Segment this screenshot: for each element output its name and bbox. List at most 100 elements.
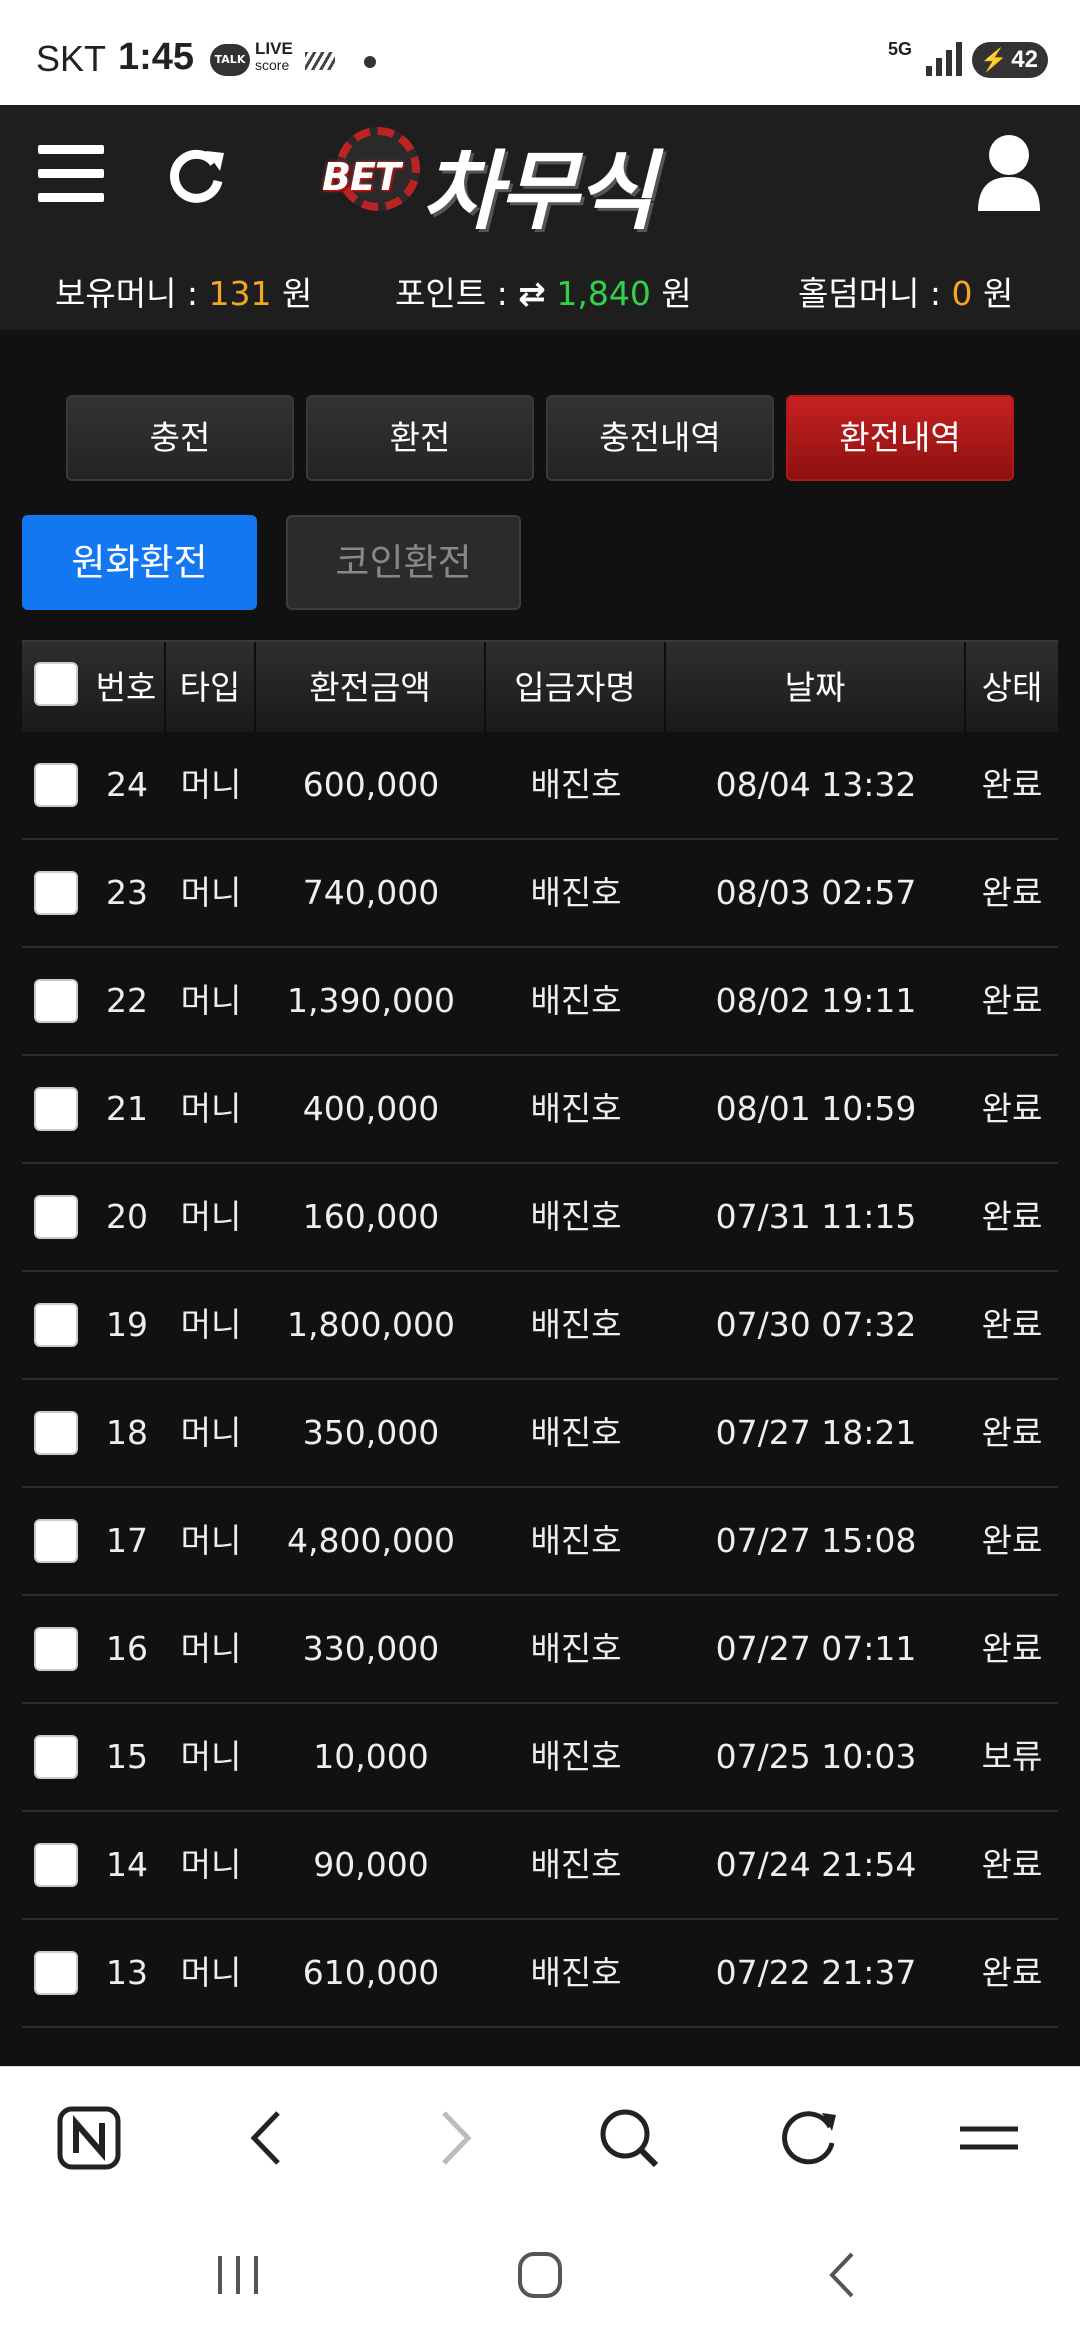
table-header: 번호 타입 환전금액 입금자명 날짜 상태 [22,640,1058,734]
row-number: 20 [106,1197,148,1236]
row-depositor: 배진호 [530,1629,622,1668]
row-amount: 1,390,000 [287,981,455,1020]
point-balance[interactable]: 포인트 : ⇄ 1,840 원 [395,267,692,315]
table-row[interactable]: 23 머니 740,000 배진호 08/03 02:57 완료 [22,840,1058,948]
row-checkbox[interactable] [34,1303,78,1347]
row-depositor: 배진호 [530,1305,622,1344]
row-number: 22 [106,981,148,1020]
carrier-label: SKT [36,38,107,79]
forward-icon[interactable] [418,2103,488,2173]
row-number: 19 [106,1305,148,1344]
row-type: 머니 [180,1737,242,1776]
recent-apps-icon[interactable] [208,2248,268,2302]
row-date: 07/25 10:03 [715,1737,917,1776]
row-depositor: 배진호 [530,1953,622,1992]
row-amount: 160,000 [302,1197,440,1236]
site-logo[interactable]: BET 차무식 [322,117,746,242]
row-amount: 400,000 [302,1089,440,1128]
row-type: 머니 [180,765,242,804]
tab-withdraw[interactable]: 환전 [306,395,534,481]
row-checkbox[interactable] [34,1411,78,1455]
row-checkbox[interactable] [34,979,78,1023]
row-status: 완료 [981,1305,1043,1344]
row-checkbox[interactable] [34,763,78,807]
table-row[interactable]: 21 머니 400,000 배진호 08/01 10:59 완료 [22,1056,1058,1164]
row-amount: 1,800,000 [287,1305,455,1344]
battery-indicator: ⚡ 42 [972,42,1048,78]
row-amount: 90,000 [313,1845,429,1884]
table-row[interactable]: 19 머니 1,800,000 배진호 07/30 07:32 완료 [22,1272,1058,1380]
subtab-krw-withdraw[interactable]: 원화환전 [22,515,257,610]
table-row[interactable]: 17 머니 4,800,000 배진호 07/27 15:08 완료 [22,1488,1058,1596]
row-amount: 600,000 [302,765,440,804]
row-type: 머니 [180,981,242,1020]
table-row[interactable]: 24 머니 600,000 배진호 08/04 13:32 완료 [22,732,1058,840]
row-status: 완료 [981,1197,1043,1236]
refresh-icon[interactable] [164,143,228,207]
row-amount: 610,000 [302,1953,440,1992]
hamburger-menu-icon[interactable] [38,145,104,203]
row-depositor: 배진호 [530,1521,622,1560]
tab-withdraw-history[interactable]: 환전내역 [786,395,1014,481]
subtab-coin-withdraw[interactable]: 코인환전 [286,515,521,610]
row-depositor: 배진호 [530,873,622,912]
row-checkbox[interactable] [34,1087,78,1131]
row-type: 머니 [180,873,242,912]
search-icon[interactable] [594,2103,664,2173]
row-date: 08/03 02:57 [715,873,917,912]
select-all-checkbox[interactable] [34,662,78,706]
row-status: 완료 [981,1845,1043,1884]
table-row[interactable]: 13 머니 610,000 배진호 07/22 21:37 완료 [22,1920,1058,2028]
row-number: 13 [106,1953,148,1992]
row-depositor: 배진호 [530,1413,622,1452]
naver-home-icon[interactable] [54,2103,124,2173]
clock: 1:45 [118,36,195,78]
user-profile-icon[interactable] [976,133,1042,213]
money-label: 보유머니 : [55,274,209,313]
menu-icon[interactable] [954,2103,1024,2173]
system-navigation-bar [0,2208,1080,2340]
money-value: 131 [208,274,272,313]
row-date: 08/01 10:59 [715,1089,917,1128]
point-value: 1,840 [556,274,651,313]
back-icon[interactable] [234,2103,304,2173]
row-status: 완료 [981,1413,1043,1452]
row-amount: 740,000 [302,873,440,912]
row-depositor: 배진호 [530,1737,622,1776]
swap-arrows-icon[interactable]: ⇄ [518,274,546,313]
table-row[interactable]: 22 머니 1,390,000 배진호 08/02 19:11 완료 [22,948,1058,1056]
row-checkbox[interactable] [34,1195,78,1239]
row-number: 16 [106,1629,148,1668]
column-header-type: 타입 [166,642,256,734]
table-row[interactable]: 16 머니 330,000 배진호 07/27 07:11 완료 [22,1596,1058,1704]
row-checkbox[interactable] [34,871,78,915]
table-row[interactable]: 14 머니 90,000 배진호 07/24 21:54 완료 [22,1812,1058,1920]
column-header-status: 상태 [981,668,1043,707]
row-type: 머니 [180,1413,242,1452]
row-checkbox[interactable] [34,1627,78,1671]
system-back-icon[interactable] [812,2248,872,2302]
row-type: 머니 [180,1197,242,1236]
tab-deposit[interactable]: 충전 [66,395,294,481]
row-number: 21 [106,1089,148,1128]
row-type: 머니 [180,1521,242,1560]
row-checkbox[interactable] [34,1735,78,1779]
table-row[interactable]: 20 머니 160,000 배진호 07/31 11:15 완료 [22,1164,1058,1272]
home-icon[interactable] [510,2248,570,2302]
row-depositor: 배진호 [530,1845,622,1884]
notification-icon [305,52,335,70]
row-number: 23 [106,873,148,912]
row-checkbox[interactable] [34,1519,78,1563]
row-date: 08/02 19:11 [715,981,917,1020]
row-checkbox[interactable] [34,1951,78,1995]
point-unit: 원 [650,274,692,313]
network-type: 5G [888,39,913,59]
score-label: score [255,57,290,73]
point-label: 포인트 : [395,274,519,313]
row-checkbox[interactable] [34,1843,78,1887]
table-row[interactable]: 15 머니 10,000 배진호 07/25 10:03 보류 [22,1704,1058,1812]
column-header-depositor: 입금자명 [486,642,666,734]
reload-icon[interactable] [774,2103,844,2173]
table-row[interactable]: 18 머니 350,000 배진호 07/27 18:21 완료 [22,1380,1058,1488]
tab-deposit-history[interactable]: 충전내역 [546,395,774,481]
